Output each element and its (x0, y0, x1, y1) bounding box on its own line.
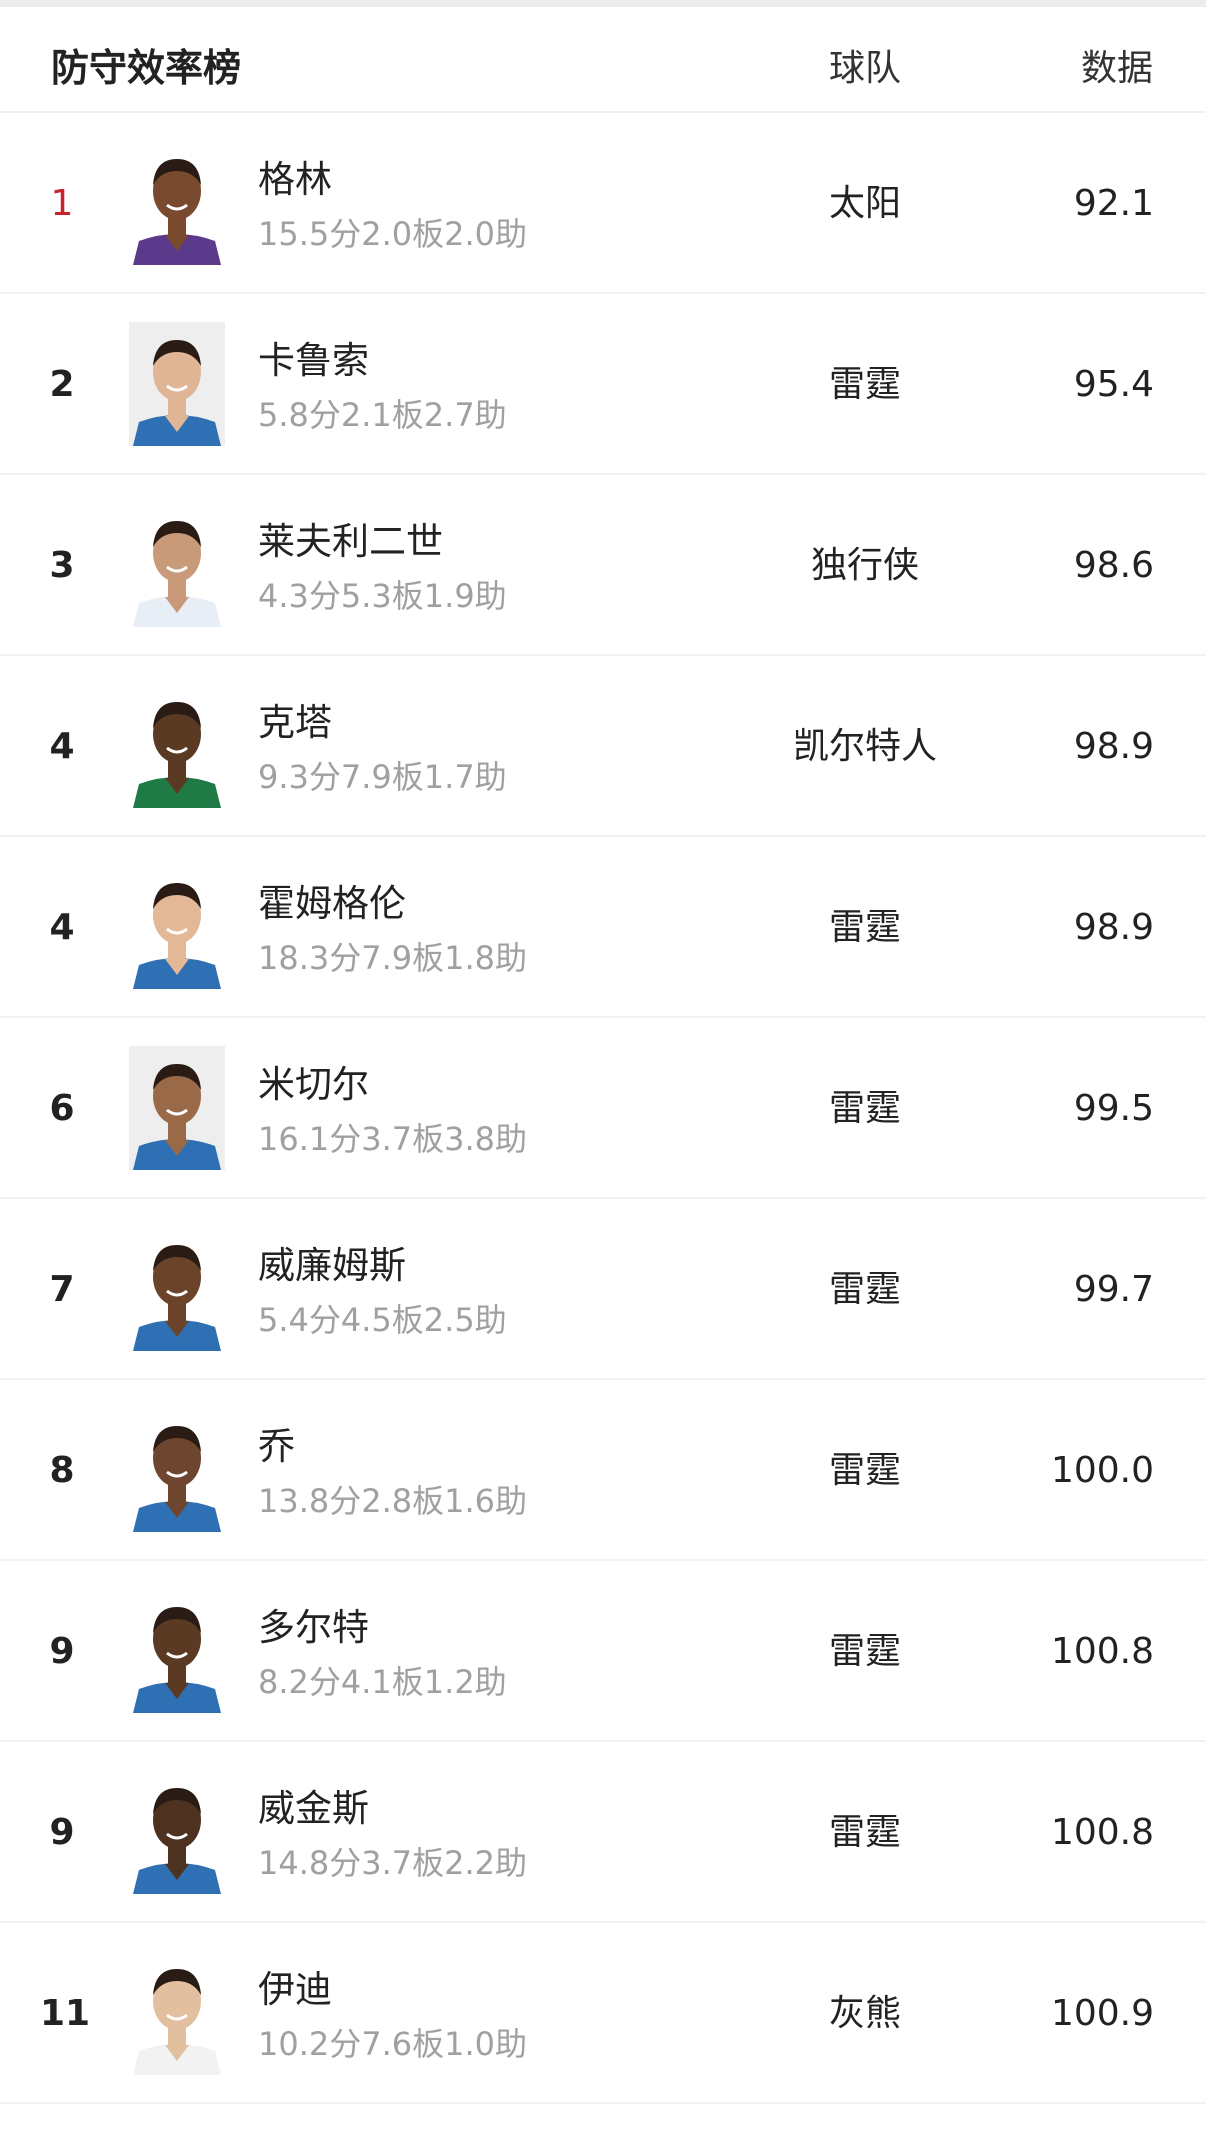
player-row[interactable]: 8 乔 13.8分2.8板1.6助 雷霆 100.0 (0, 1380, 1206, 1561)
player-avatar[interactable] (129, 865, 225, 989)
defensive-rating-value: 99.5 (1073, 1088, 1154, 1129)
player-avatar[interactable] (129, 503, 225, 627)
team-name: 太阳 (828, 183, 901, 224)
player-row[interactable]: 1 格林 15.5分2.0板2.0助 太阳 92.1 (0, 113, 1206, 294)
player-name[interactable]: 米切尔 (258, 1054, 369, 1108)
player-name[interactable]: 卡鲁索 (258, 330, 369, 384)
rank-number: 4 (49, 726, 75, 767)
rank-number: 1 (50, 183, 74, 224)
player-row[interactable]: 9 多尔特 8.2分4.1板1.2助 雷霆 100.8 (0, 1561, 1206, 1742)
defensive-rating-value: 98.9 (1073, 726, 1154, 767)
leaderboard-title: 防守效率榜 (51, 46, 242, 90)
team-column-header: 球队 (828, 48, 901, 89)
team-name: 雷霆 (828, 364, 901, 405)
player-name[interactable]: 格林 (258, 149, 332, 203)
defensive-rating-value: 98.9 (1073, 907, 1154, 948)
player-avatar[interactable] (129, 322, 225, 446)
defensive-rating-value: 100.8 (1050, 1631, 1154, 1672)
player-name[interactable]: 威金斯 (258, 1778, 369, 1832)
player-avatar[interactable] (129, 1046, 225, 1170)
player-stats: 5.8分2.1板2.7助 (258, 396, 507, 434)
player-stats: 13.8分2.8板1.6助 (258, 1482, 528, 1520)
team-name: 凯尔特人 (792, 726, 937, 767)
team-name: 雷霆 (828, 1812, 901, 1853)
rank-number: 4 (49, 907, 75, 948)
player-stats: 8.2分4.1板1.2助 (258, 1663, 507, 1701)
rank-number: 9 (49, 1631, 75, 1672)
player-stats: 4.3分5.3板1.9助 (258, 577, 507, 615)
team-name: 雷霆 (828, 907, 901, 948)
player-row[interactable]: 2 卡鲁索 5.8分2.1板2.7助 雷霆 95.4 (0, 294, 1206, 475)
leaderboard-list: 1 格林 15.5分2.0板2.0助 太阳 92.1 2 卡鲁索 5.8分2.1板2.7助 雷霆… (0, 113, 1206, 2104)
team-name: 独行侠 (810, 545, 919, 586)
player-row[interactable]: 6 米切尔 16.1分3.7板3.8助 雷霆 99.5 (0, 1018, 1206, 1199)
rank-number: 2 (49, 364, 75, 405)
player-row[interactable]: 4 克塔 9.3分7.9板1.7助 凯尔特人 98.9 (0, 656, 1206, 837)
player-row[interactable]: 7 威廉姆斯 5.4分4.5板2.5助 雷霆 99.7 (0, 1199, 1206, 1380)
player-avatar[interactable] (129, 684, 225, 808)
player-name[interactable]: 克塔 (258, 692, 332, 746)
team-name: 灰熊 (828, 1993, 901, 2034)
player-name[interactable]: 伊迪 (258, 1959, 332, 2013)
player-avatar[interactable] (129, 1589, 225, 1713)
rank-number: 8 (49, 1450, 75, 1491)
team-name: 雷霆 (828, 1088, 901, 1129)
defensive-rating-value: 99.7 (1073, 1269, 1154, 1310)
player-stats: 14.8分3.7板2.2助 (258, 1844, 528, 1882)
player-row[interactable]: 11 伊迪 10.2分7.6板1.0助 灰熊 100.9 (0, 1923, 1206, 2104)
player-stats: 9.3分7.9板1.7助 (258, 758, 507, 796)
top-strip (0, 0, 1206, 7)
player-avatar[interactable] (129, 1227, 225, 1351)
defensive-rating-value: 92.1 (1073, 183, 1154, 224)
player-stats: 5.4分4.5板2.5助 (258, 1301, 507, 1339)
team-name: 雷霆 (828, 1631, 901, 1672)
player-row[interactable]: 4 霍姆格伦 18.3分7.9板1.8助 雷霆 98.9 (0, 837, 1206, 1018)
rank-number: 11 (40, 1993, 91, 2034)
defensive-rating-value: 100.8 (1050, 1812, 1154, 1853)
defensive-rating-value: 100.0 (1050, 1450, 1154, 1491)
player-row[interactable]: 3 莱夫利二世 4.3分5.3板1.9助 独行侠 98.6 (0, 475, 1206, 656)
player-avatar[interactable] (129, 1770, 225, 1894)
player-stats: 15.5分2.0板2.0助 (258, 215, 528, 253)
player-stats: 18.3分7.9板1.8助 (258, 939, 528, 977)
rank-number: 9 (49, 1812, 75, 1853)
player-stats: 16.1分3.7板3.8助 (258, 1120, 528, 1158)
player-name[interactable]: 莱夫利二世 (258, 511, 443, 565)
leaderboard-header: 防守效率榜 球队 数据 (0, 7, 1206, 113)
player-name[interactable]: 威廉姆斯 (258, 1235, 406, 1289)
player-row[interactable]: 9 威金斯 14.8分3.7板2.2助 雷霆 100.8 (0, 1742, 1206, 1923)
defensive-rating-value: 98.6 (1073, 545, 1154, 586)
player-stats: 10.2分7.6板1.0助 (258, 2025, 528, 2063)
rank-number: 3 (49, 545, 75, 586)
player-avatar[interactable] (129, 141, 225, 265)
player-avatar[interactable] (129, 1951, 225, 2075)
data-column-header: 数据 (1080, 48, 1153, 89)
player-avatar[interactable] (129, 1408, 225, 1532)
rank-number: 7 (49, 1269, 75, 1310)
team-name: 雷霆 (828, 1450, 901, 1491)
player-name[interactable]: 多尔特 (258, 1597, 369, 1651)
rank-number: 6 (49, 1088, 75, 1129)
defensive-rating-value: 100.9 (1050, 1993, 1154, 2034)
player-name[interactable]: 乔 (258, 1416, 295, 1470)
team-name: 雷霆 (828, 1269, 901, 1310)
player-name[interactable]: 霍姆格伦 (258, 873, 406, 927)
defensive-rating-value: 95.4 (1073, 364, 1154, 405)
